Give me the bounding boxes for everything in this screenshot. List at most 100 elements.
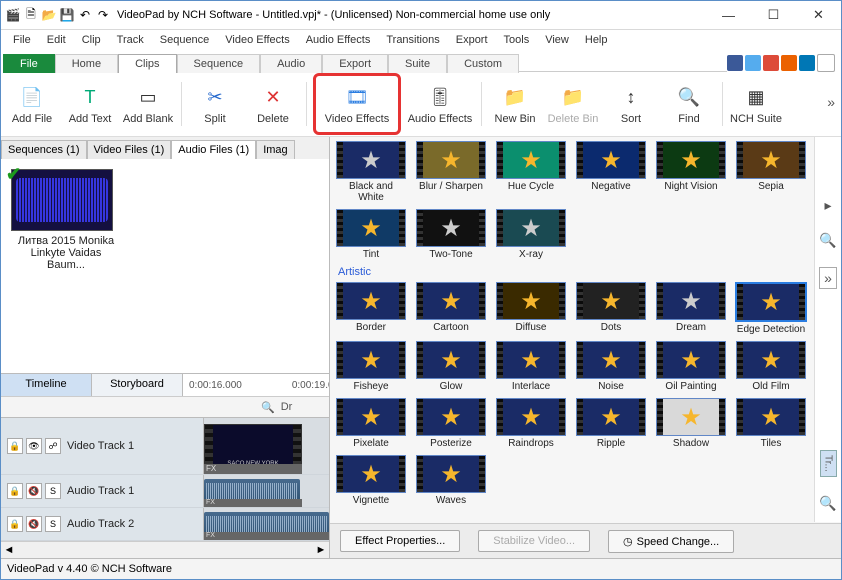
- undo-icon[interactable]: ↶: [77, 7, 93, 23]
- effect-border[interactable]: Border: [336, 282, 406, 335]
- tab-images[interactable]: Imag: [256, 140, 294, 159]
- expand-icon[interactable]: »: [819, 267, 837, 289]
- speed-change-button[interactable]: ◷Speed Change...: [608, 530, 734, 553]
- menu-video-effects[interactable]: Video Effects: [217, 32, 297, 48]
- menu-sequence[interactable]: Sequence: [152, 32, 218, 48]
- tab-video-files[interactable]: Video Files (1): [87, 140, 172, 159]
- close-button[interactable]: ✕: [796, 1, 841, 29]
- sort-button[interactable]: ↕Sort: [604, 76, 658, 132]
- effect-negative[interactable]: Negative: [576, 141, 646, 203]
- effect-dots[interactable]: Dots: [576, 282, 646, 335]
- audio-clip-item[interactable]: ✔ Литва 2015 Monika Linkyte Vaidas Baum.…: [11, 169, 121, 271]
- effect-ripple[interactable]: Ripple: [576, 398, 646, 449]
- add-file-button[interactable]: 📄Add File: [5, 76, 59, 132]
- effect-two-tone[interactable]: Two-Tone: [416, 209, 486, 260]
- gear-icon[interactable]: [817, 54, 835, 72]
- menu-view[interactable]: View: [537, 32, 577, 48]
- audio-track-1[interactable]: 🔒🔇S Audio Track 1 FX: [1, 475, 329, 508]
- open-icon[interactable]: 📂: [41, 7, 57, 23]
- effect-x-ray[interactable]: X-ray: [496, 209, 566, 260]
- add-blank-button[interactable]: ▭Add Blank: [121, 76, 175, 132]
- effect-hue-cycle[interactable]: Hue Cycle: [496, 141, 566, 203]
- timeline-scrollbar[interactable]: ◄►: [1, 541, 329, 558]
- lock-icon[interactable]: 🔒: [7, 516, 23, 532]
- effect-waves[interactable]: Waves: [416, 455, 486, 506]
- menu-track[interactable]: Track: [109, 32, 152, 48]
- tab-suite[interactable]: Suite: [388, 54, 447, 73]
- effect-vignette[interactable]: Vignette: [336, 455, 406, 506]
- effect-pixelate[interactable]: Pixelate: [336, 398, 406, 449]
- tab-tr[interactable]: Tr...: [820, 450, 837, 477]
- zoom-in-icon[interactable]: 🔍: [819, 232, 836, 249]
- solo-icon[interactable]: S: [45, 483, 61, 499]
- menu-help[interactable]: Help: [577, 32, 616, 48]
- find-button[interactable]: 🔍Find: [662, 76, 716, 132]
- effect-properties-button[interactable]: Effect Properties...: [340, 530, 460, 552]
- tab-storyboard[interactable]: Storyboard: [92, 374, 183, 396]
- effect-night-vision[interactable]: Night Vision: [656, 141, 726, 203]
- effect-sepia[interactable]: Sepia: [736, 141, 806, 203]
- nch-suite-button[interactable]: ▦NCH Suite: [729, 76, 783, 132]
- tab-audio-files[interactable]: Audio Files (1): [171, 140, 256, 159]
- tab-clips[interactable]: Clips: [118, 54, 176, 73]
- stumble-icon[interactable]: [781, 55, 797, 71]
- video-track-1[interactable]: 🔒👁☍ Video Track 1 SACO NEW YORK FX: [1, 418, 329, 475]
- menu-transitions[interactable]: Transitions: [378, 32, 447, 48]
- linkedin-icon[interactable]: [799, 55, 815, 71]
- tab-custom[interactable]: Custom: [447, 54, 519, 73]
- tab-export[interactable]: Export: [322, 54, 388, 73]
- audio-effects-button[interactable]: 🎚Audio Effects: [405, 76, 475, 132]
- minimize-button[interactable]: —: [706, 1, 751, 29]
- effect-glow[interactable]: Glow: [416, 341, 486, 392]
- zoom-out-icon[interactable]: 🔍: [819, 495, 836, 512]
- audio-track-2[interactable]: 🔒🔇S Audio Track 2 FX: [1, 508, 329, 541]
- menu-audio-effects[interactable]: Audio Effects: [298, 32, 379, 48]
- tab-timeline[interactable]: Timeline: [1, 374, 92, 396]
- effect-edge-detection[interactable]: Edge Detection: [736, 282, 806, 335]
- solo-icon[interactable]: S: [45, 516, 61, 532]
- delete-button[interactable]: ✕Delete: [246, 76, 300, 132]
- link-icon[interactable]: ☍: [45, 438, 61, 454]
- effect-interlace[interactable]: Interlace: [496, 341, 566, 392]
- menu-export[interactable]: Export: [448, 32, 496, 48]
- facebook-icon[interactable]: [727, 55, 743, 71]
- google-icon[interactable]: [763, 55, 779, 71]
- new-bin-button[interactable]: 📁New Bin: [488, 76, 542, 132]
- redo-icon[interactable]: ↷: [95, 7, 111, 23]
- effect-diffuse[interactable]: Diffuse: [496, 282, 566, 335]
- effect-noise[interactable]: Noise: [576, 341, 646, 392]
- maximize-button[interactable]: ☐: [751, 1, 796, 29]
- tab-sequence[interactable]: Sequence: [177, 54, 261, 73]
- tab-audio[interactable]: Audio: [260, 54, 322, 73]
- effect-black-and-white[interactable]: Black and White: [336, 141, 406, 203]
- toolbar-overflow-icon[interactable]: »: [827, 94, 835, 110]
- menu-tools[interactable]: Tools: [496, 32, 538, 48]
- tab-sequences[interactable]: Sequences (1): [1, 140, 87, 159]
- effect-raindrops[interactable]: Raindrops: [496, 398, 566, 449]
- effect-blur-sharpen[interactable]: Blur / Sharpen: [416, 141, 486, 203]
- eye-icon[interactable]: 👁: [26, 438, 42, 454]
- save-icon[interactable]: 💾: [59, 7, 75, 23]
- tab-file[interactable]: File: [3, 54, 55, 73]
- split-button[interactable]: ✂Split: [188, 76, 242, 132]
- effect-posterize[interactable]: Posterize: [416, 398, 486, 449]
- mute-icon[interactable]: 🔇: [26, 483, 42, 499]
- effect-shadow[interactable]: Shadow: [656, 398, 726, 449]
- lock-icon[interactable]: 🔒: [7, 483, 23, 499]
- effect-oil-painting[interactable]: Oil Painting: [656, 341, 726, 392]
- effect-dream[interactable]: Dream: [656, 282, 726, 335]
- mute-icon[interactable]: 🔇: [26, 516, 42, 532]
- add-text-button[interactable]: TAdd Text: [63, 76, 117, 132]
- effect-tint[interactable]: Tint: [336, 209, 406, 260]
- effect-old-film[interactable]: Old Film: [736, 341, 806, 392]
- new-icon[interactable]: 🗎: [23, 7, 39, 23]
- tab-home[interactable]: Home: [55, 54, 118, 73]
- menu-edit[interactable]: Edit: [39, 32, 74, 48]
- effect-fisheye[interactable]: Fisheye: [336, 341, 406, 392]
- chevron-right-icon[interactable]: ▸: [824, 197, 831, 214]
- lock-icon[interactable]: 🔒: [7, 438, 23, 454]
- zoom-icon[interactable]: 🔍: [261, 401, 275, 414]
- effect-tiles[interactable]: Tiles: [736, 398, 806, 449]
- effect-cartoon[interactable]: Cartoon: [416, 282, 486, 335]
- twitter-icon[interactable]: [745, 55, 761, 71]
